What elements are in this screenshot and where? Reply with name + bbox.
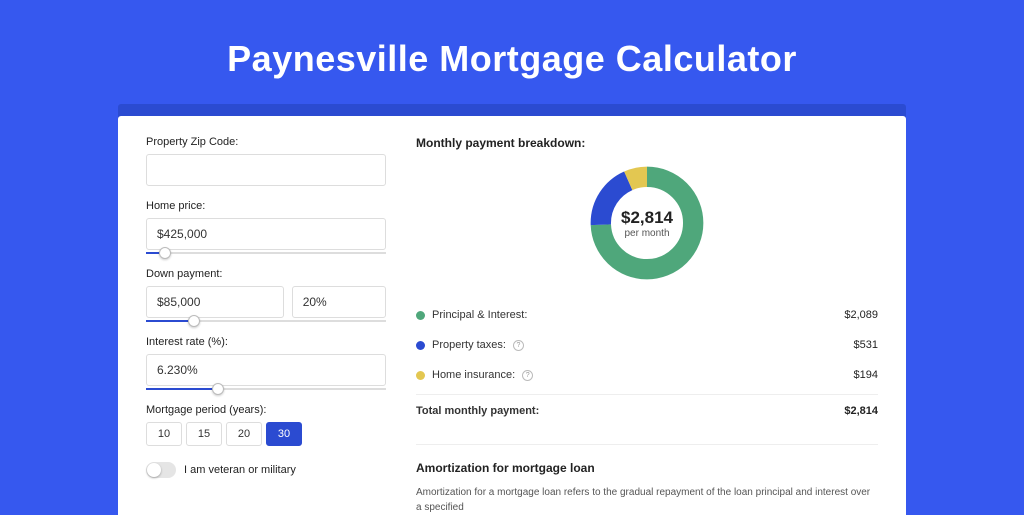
legend-principal: Principal & Interest: $2,089	[416, 300, 878, 330]
down-payment-pct-input[interactable]	[292, 286, 386, 318]
donut-chart-wrap: $2,814 per month	[416, 162, 878, 284]
slider-knob[interactable]	[188, 315, 200, 327]
page-title: Paynesville Mortgage Calculator	[0, 0, 1024, 104]
veteran-toggle[interactable]	[146, 462, 176, 478]
interest-rate-slider[interactable]	[146, 388, 386, 390]
legend-label: Principal & Interest:	[432, 309, 527, 321]
amortization-title: Amortization for mortgage loan	[416, 461, 878, 475]
donut-value: $2,814	[621, 208, 673, 228]
period-btn-30[interactable]: 30	[266, 422, 302, 446]
interest-rate-input[interactable]	[146, 354, 386, 386]
donut-sub: per month	[624, 228, 669, 239]
zip-input[interactable]	[146, 154, 386, 186]
legend-total: Total monthly payment: $2,814	[416, 394, 878, 426]
info-icon[interactable]: ?	[513, 340, 524, 351]
legend-taxes: Property taxes: ? $531	[416, 330, 878, 360]
inputs-column: Property Zip Code: Home price: Down paym…	[146, 136, 386, 515]
legend-label: Property taxes:	[432, 339, 506, 351]
legend-label: Home insurance:	[432, 369, 515, 381]
slider-knob[interactable]	[212, 383, 224, 395]
slider-knob[interactable]	[159, 247, 171, 259]
down-payment-input[interactable]	[146, 286, 284, 318]
period-buttons: 10 15 20 30	[146, 422, 386, 446]
amortization-section: Amortization for mortgage loan Amortizat…	[416, 444, 878, 515]
dot-icon	[416, 311, 425, 320]
period-btn-20[interactable]: 20	[226, 422, 262, 446]
down-payment-slider[interactable]	[146, 320, 386, 322]
amortization-text: Amortization for a mortgage loan refers …	[416, 485, 878, 515]
zip-label: Property Zip Code:	[146, 136, 386, 148]
mortgage-period-label: Mortgage period (years):	[146, 404, 386, 416]
toggle-knob	[147, 463, 161, 477]
veteran-row: I am veteran or military	[146, 462, 386, 478]
field-interest-rate: Interest rate (%):	[146, 336, 386, 390]
legend-amount: $2,089	[844, 309, 878, 321]
interest-rate-label: Interest rate (%):	[146, 336, 386, 348]
legend-amount: $194	[854, 369, 878, 381]
veteran-label: I am veteran or military	[184, 464, 296, 476]
dot-icon	[416, 371, 425, 380]
down-payment-label: Down payment:	[146, 268, 386, 280]
donut-chart: $2,814 per month	[586, 162, 708, 284]
breakdown-title: Monthly payment breakdown:	[416, 136, 878, 150]
period-btn-15[interactable]: 15	[186, 422, 222, 446]
field-down-payment: Down payment:	[146, 268, 386, 322]
dot-icon	[416, 341, 425, 350]
field-home-price: Home price:	[146, 200, 386, 254]
results-column: Monthly payment breakdown: $2,814 per mo…	[416, 136, 878, 515]
field-mortgage-period: Mortgage period (years): 10 15 20 30	[146, 404, 386, 446]
donut-center: $2,814 per month	[586, 162, 708, 284]
total-amount: $2,814	[844, 405, 878, 417]
field-zip: Property Zip Code:	[146, 136, 386, 186]
total-label: Total monthly payment:	[416, 405, 539, 417]
panel-outer: Property Zip Code: Home price: Down paym…	[118, 104, 906, 515]
home-price-label: Home price:	[146, 200, 386, 212]
home-price-slider[interactable]	[146, 252, 386, 254]
legend-amount: $531	[854, 339, 878, 351]
period-btn-10[interactable]: 10	[146, 422, 182, 446]
home-price-input[interactable]	[146, 218, 386, 250]
info-icon[interactable]: ?	[522, 370, 533, 381]
calculator-panel: Property Zip Code: Home price: Down paym…	[118, 116, 906, 515]
legend-insurance: Home insurance: ? $194	[416, 360, 878, 390]
